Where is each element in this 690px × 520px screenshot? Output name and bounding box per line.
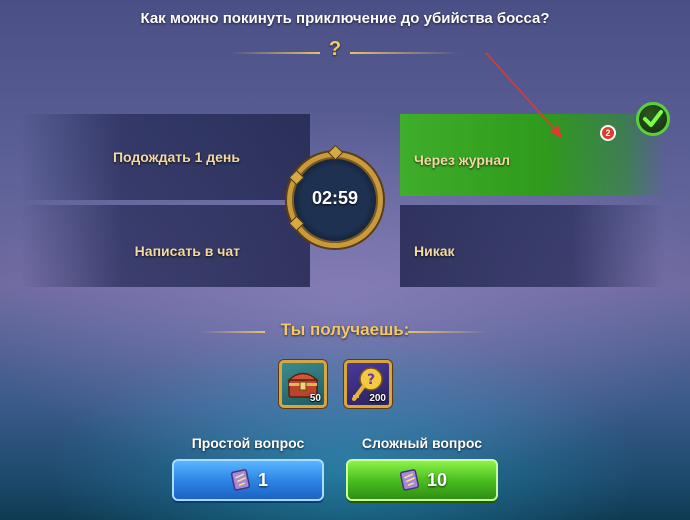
check-mark-icon <box>636 102 670 136</box>
simple-question-label: Простой вопрос <box>191 435 305 451</box>
question-text: Как можно покинуть приключение до убийст… <box>140 10 550 27</box>
simple-question-button[interactable]: 1 <box>172 459 324 501</box>
answer-label: Написать в чат <box>134 243 240 259</box>
question-divider-right <box>350 52 460 54</box>
answer-option-1[interactable]: Подождать 1 день <box>20 114 310 200</box>
reward-item-key[interactable]: ? 200 <box>344 360 392 408</box>
reward-title: Ты получаешь: <box>280 320 410 339</box>
reward-count: 50 <box>309 393 321 404</box>
hard-question-button[interactable]: 10 <box>346 459 498 501</box>
reward-item-chest[interactable]: 50 <box>279 360 327 408</box>
simple-question-cost: 1 <box>257 469 268 490</box>
timer-countdown: 02:59 <box>311 188 359 208</box>
annotation-badge: 2 <box>600 125 616 141</box>
hard-question-cost: 10 <box>426 469 448 490</box>
scroll-ticket-icon <box>230 469 251 491</box>
question-divider-left <box>230 52 320 54</box>
answer-label: Подождать 1 день <box>112 149 240 165</box>
reward-count: 200 <box>369 393 386 404</box>
question-mark-icon: ? <box>328 38 342 60</box>
hard-question-label: Сложный вопрос <box>361 435 483 451</box>
answer-option-3[interactable]: Написать в чат <box>20 205 310 287</box>
svg-text:?: ? <box>367 372 375 388</box>
annotation-arrow-icon <box>485 52 562 138</box>
answer-option-4[interactable]: Никак <box>400 205 665 287</box>
answer-label: Никак <box>414 243 455 259</box>
scroll-ticket-icon <box>399 469 420 491</box>
